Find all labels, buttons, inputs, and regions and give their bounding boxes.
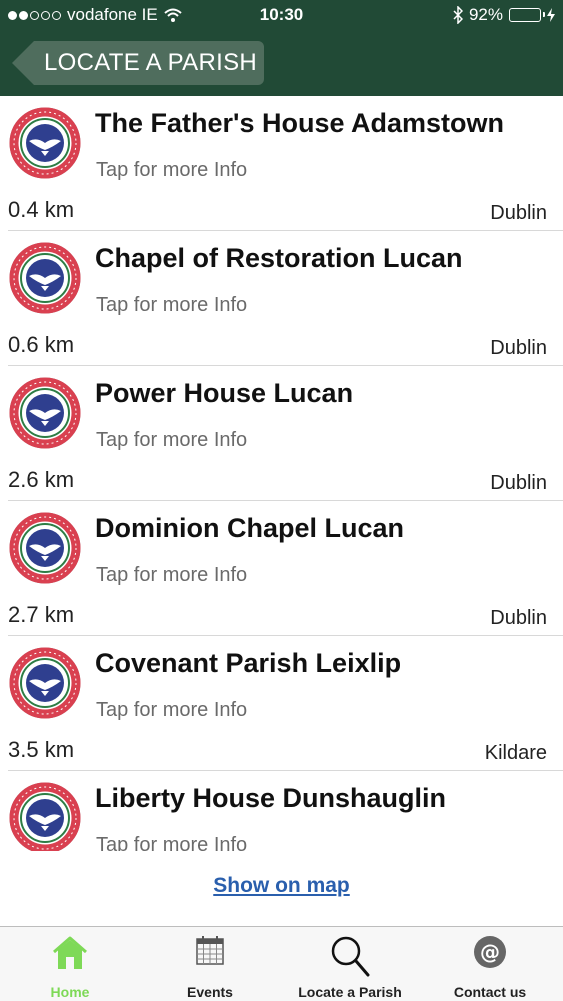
parish-subtitle: Tap for more Info — [96, 834, 248, 851]
parish-subtitle: Tap for more Info — [96, 699, 248, 721]
back-button-label: LOCATE A PARISH — [34, 41, 264, 85]
parish-county: Dublin — [490, 607, 547, 629]
show-on-map-link[interactable]: Show on map — [0, 874, 563, 898]
rccg-logo-icon — [9, 242, 81, 314]
parish-name: Dominion Chapel Lucan — [95, 513, 405, 543]
tab-home-label: Home — [50, 984, 90, 1000]
status-right: 92% — [453, 5, 555, 25]
parish-subtitle: Tap for more Info — [96, 294, 248, 316]
parish-subtitle: Tap for more Info — [96, 564, 248, 586]
tab-bar: Home Events Locate a Parish @ Contact us — [0, 926, 563, 1001]
parish-list-item[interactable]: Power House Lucan Tap for more Info 2.6 … — [0, 366, 563, 501]
parish-list-item[interactable]: The Father's House Adamstown Tap for mor… — [0, 96, 563, 231]
tab-locate-parish[interactable]: Locate a Parish — [280, 927, 420, 1001]
charging-icon — [547, 8, 555, 22]
parish-name: Covenant Parish Leixlip — [95, 648, 402, 678]
status-bar: vodafone IE 10:30 92% — [0, 0, 563, 32]
tab-events[interactable]: Events — [140, 927, 280, 1001]
battery-percent: 92% — [468, 5, 503, 24]
parish-list-item[interactable]: Chapel of Restoration Lucan Tap for more… — [0, 231, 563, 366]
tab-contact-us[interactable]: @ Contact us — [420, 927, 560, 1001]
parish-name: Liberty House Dunshauglin — [95, 783, 447, 813]
rccg-logo-icon — [9, 782, 81, 851]
parish-county: Dublin — [490, 202, 547, 224]
tab-events-label: Events — [187, 984, 233, 1000]
back-arrow-icon — [12, 41, 34, 85]
parish-list-item[interactable]: Liberty House Dunshauglin Tap for more I… — [0, 771, 563, 851]
parish-list-item[interactable]: Dominion Chapel Lucan Tap for more Info … — [0, 501, 563, 636]
home-icon — [53, 936, 87, 969]
at-sign-icon: @ — [474, 936, 506, 968]
parish-county: Kildare — [484, 742, 547, 764]
parish-county: Dublin — [490, 337, 547, 359]
parish-distance: 2.6 km — [8, 467, 75, 492]
rccg-logo-icon — [9, 107, 81, 179]
tab-home[interactable]: Home — [0, 927, 140, 1001]
svg-text:@: @ — [480, 940, 500, 964]
parish-distance: 3.5 km — [8, 737, 75, 762]
battery-icon — [509, 8, 545, 22]
parish-name: Chapel of Restoration Lucan — [95, 243, 463, 273]
parish-name: The Father's House Adamstown — [95, 108, 504, 138]
back-button[interactable]: LOCATE A PARISH — [12, 41, 264, 85]
calendar-icon — [196, 936, 224, 965]
rccg-logo-icon — [9, 647, 81, 719]
parish-list-item[interactable]: Covenant Parish Leixlip Tap for more Inf… — [0, 636, 563, 771]
rccg-logo-icon — [9, 512, 81, 584]
rccg-logo-icon — [9, 377, 81, 449]
parish-county: Dublin — [490, 472, 547, 494]
parish-distance: 2.7 km — [8, 602, 75, 627]
tab-locate-parish-label: Locate a Parish — [298, 984, 402, 1000]
bluetooth-icon — [453, 6, 463, 24]
parish-list[interactable]: The Father's House Adamstown Tap for mor… — [0, 96, 563, 851]
parish-name: Power House Lucan — [95, 378, 354, 408]
parish-distance: 0.4 km — [8, 197, 75, 222]
parish-subtitle: Tap for more Info — [96, 159, 248, 181]
tab-contact-us-label: Contact us — [453, 984, 527, 1000]
parish-subtitle: Tap for more Info — [96, 429, 248, 451]
parish-distance: 0.6 km — [8, 332, 75, 357]
navigation-header: vodafone IE 10:30 92% LOCATE A PARISH — [0, 0, 563, 96]
search-icon — [331, 936, 370, 977]
